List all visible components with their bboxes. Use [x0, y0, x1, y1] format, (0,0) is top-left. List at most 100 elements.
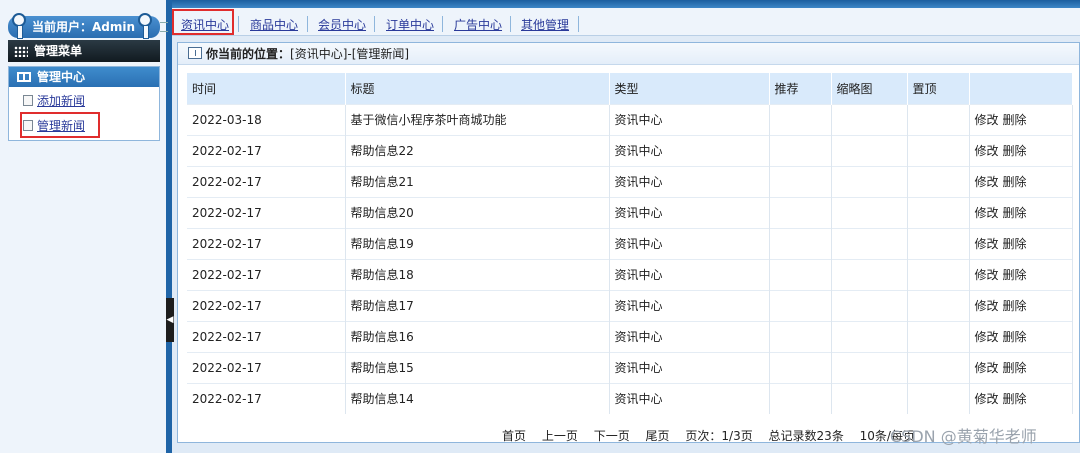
page-info: 页次：1/3页 [685, 429, 753, 443]
edit-link[interactable]: 修改 [975, 268, 999, 282]
delete-link[interactable]: 删除 [1003, 237, 1027, 251]
cell-pinned [907, 103, 970, 135]
first-page-link[interactable]: 首页 [502, 429, 526, 443]
cell-recommend [769, 320, 832, 352]
cell-time: 2022-02-17 [187, 351, 346, 383]
cell-time: 2022-02-17 [187, 289, 346, 321]
edit-link[interactable]: 修改 [975, 237, 999, 251]
cell-type: 资讯中心 [609, 196, 770, 228]
tab-product-center[interactable]: 商品中心 [250, 16, 298, 34]
cell-actions: 修改 删除 [969, 258, 1073, 290]
current-user-label: 当前用户：Admin [32, 20, 136, 34]
table-row: 2022-02-17 帮助信息15 资讯中心 修改 删除 [187, 351, 1073, 383]
edit-link[interactable]: 修改 [975, 392, 999, 406]
cell-thumbnail [831, 134, 908, 166]
prev-page-link[interactable]: 上一页 [542, 429, 578, 443]
cell-title: 帮助信息19 [345, 227, 610, 259]
delete-link[interactable]: 删除 [1003, 268, 1027, 282]
delete-link[interactable]: 删除 [1003, 392, 1027, 406]
delete-link[interactable]: 删除 [1003, 206, 1027, 220]
cell-time: 2022-02-17 [187, 134, 346, 166]
tab-ad-center[interactable]: 广告中心 [454, 16, 502, 34]
tab-order-center[interactable]: 订单中心 [386, 16, 434, 34]
edit-link[interactable]: 修改 [975, 175, 999, 189]
table-row: 2022-02-17 帮助信息19 资讯中心 修改 删除 [187, 227, 1073, 259]
cell-actions: 修改 删除 [969, 289, 1073, 321]
nav-separator [510, 16, 511, 32]
cell-recommend [769, 258, 832, 290]
pin-icon [12, 13, 26, 39]
cell-title: 帮助信息14 [345, 382, 610, 414]
edit-link[interactable]: 修改 [975, 330, 999, 344]
cell-actions: 修改 删除 [969, 351, 1073, 383]
delete-link[interactable]: 删除 [1003, 175, 1027, 189]
edit-link[interactable]: 修改 [975, 206, 999, 220]
table-row: 2022-02-17 帮助信息14 资讯中心 修改 删除 [187, 382, 1073, 414]
column-header-type: 类型 [609, 73, 770, 104]
cell-title: 帮助信息22 [345, 134, 610, 166]
cell-type: 资讯中心 [609, 227, 770, 259]
edit-link[interactable]: 修改 [975, 144, 999, 158]
nav-separator [374, 16, 375, 32]
edit-link[interactable]: 修改 [975, 361, 999, 375]
cell-title: 帮助信息18 [345, 258, 610, 290]
cell-title: 帮助信息17 [345, 289, 610, 321]
cell-time: 2022-03-18 [187, 103, 346, 135]
cell-type: 资讯中心 [609, 258, 770, 290]
table-row: 2022-02-17 帮助信息16 资讯中心 修改 删除 [187, 320, 1073, 352]
delete-link[interactable]: 删除 [1003, 299, 1027, 313]
panel-title: 管理中心 [37, 70, 86, 84]
edit-link[interactable]: 修改 [975, 113, 999, 127]
next-page-link[interactable]: 下一页 [594, 429, 630, 443]
table-row: 2022-02-17 帮助信息22 资讯中心 修改 删除 [187, 134, 1073, 166]
tab-member-center[interactable]: 会员中心 [318, 16, 366, 34]
nav-separator [307, 16, 308, 32]
column-header-pinned: 置顶 [907, 73, 970, 104]
last-page-link[interactable]: 尾页 [646, 429, 670, 443]
column-header-actions [969, 73, 1073, 104]
table-icon [188, 47, 202, 59]
sidebar-divider [166, 0, 172, 453]
cell-pinned [907, 320, 970, 352]
delete-link[interactable]: 删除 [1003, 113, 1027, 127]
top-nav: 资讯中心 商品中心 会员中心 订单中心 广告中心 其他管理 [160, 8, 1080, 36]
cell-pinned [907, 227, 970, 259]
cell-time: 2022-02-17 [187, 196, 346, 228]
cell-recommend [769, 227, 832, 259]
cell-thumbnail [831, 382, 908, 414]
panel-header[interactable]: 管理中心 [9, 67, 159, 87]
cell-pinned [907, 289, 970, 321]
cell-title: 基于微信小程序茶叶商城功能 [345, 103, 610, 135]
nav-separator [578, 16, 579, 32]
cell-thumbnail [831, 258, 908, 290]
current-user-bar: 当前用户：Admin [8, 13, 160, 39]
book-icon [17, 72, 31, 82]
cell-type: 资讯中心 [609, 134, 770, 166]
cell-title: 帮助信息21 [345, 165, 610, 197]
sidebar-item-add-news[interactable]: 添加新闻 [37, 92, 85, 110]
edit-link[interactable]: 修改 [975, 299, 999, 313]
cell-pinned [907, 196, 970, 228]
cell-recommend [769, 289, 832, 321]
cell-pinned [907, 134, 970, 166]
cell-title: 帮助信息20 [345, 196, 610, 228]
delete-link[interactable]: 删除 [1003, 330, 1027, 344]
cell-recommend [769, 196, 832, 228]
delete-link[interactable]: 删除 [1003, 361, 1027, 375]
cell-recommend [769, 103, 832, 135]
cell-recommend [769, 382, 832, 414]
cell-type: 资讯中心 [609, 103, 770, 135]
delete-link[interactable]: 删除 [1003, 144, 1027, 158]
drag-handle [160, 22, 168, 32]
table-row: 2022-03-18 基于微信小程序茶叶商城功能 资讯中心 修改 删除 [187, 103, 1073, 135]
highlight-box [172, 9, 234, 35]
cell-pinned [907, 258, 970, 290]
table-row: 2022-02-17 帮助信息18 资讯中心 修改 删除 [187, 258, 1073, 290]
nav-separator [442, 16, 443, 32]
cell-type: 资讯中心 [609, 289, 770, 321]
column-header-title: 标题 [345, 73, 610, 104]
tab-other-management[interactable]: 其他管理 [521, 16, 569, 34]
collapse-sidebar-button[interactable]: ◀ [166, 298, 174, 342]
cell-thumbnail [831, 103, 908, 135]
news-table: 时间 标题 类型 推荐 缩略图 置顶 2022-03-18 基于微信小程序茶叶商城… [187, 73, 1073, 414]
